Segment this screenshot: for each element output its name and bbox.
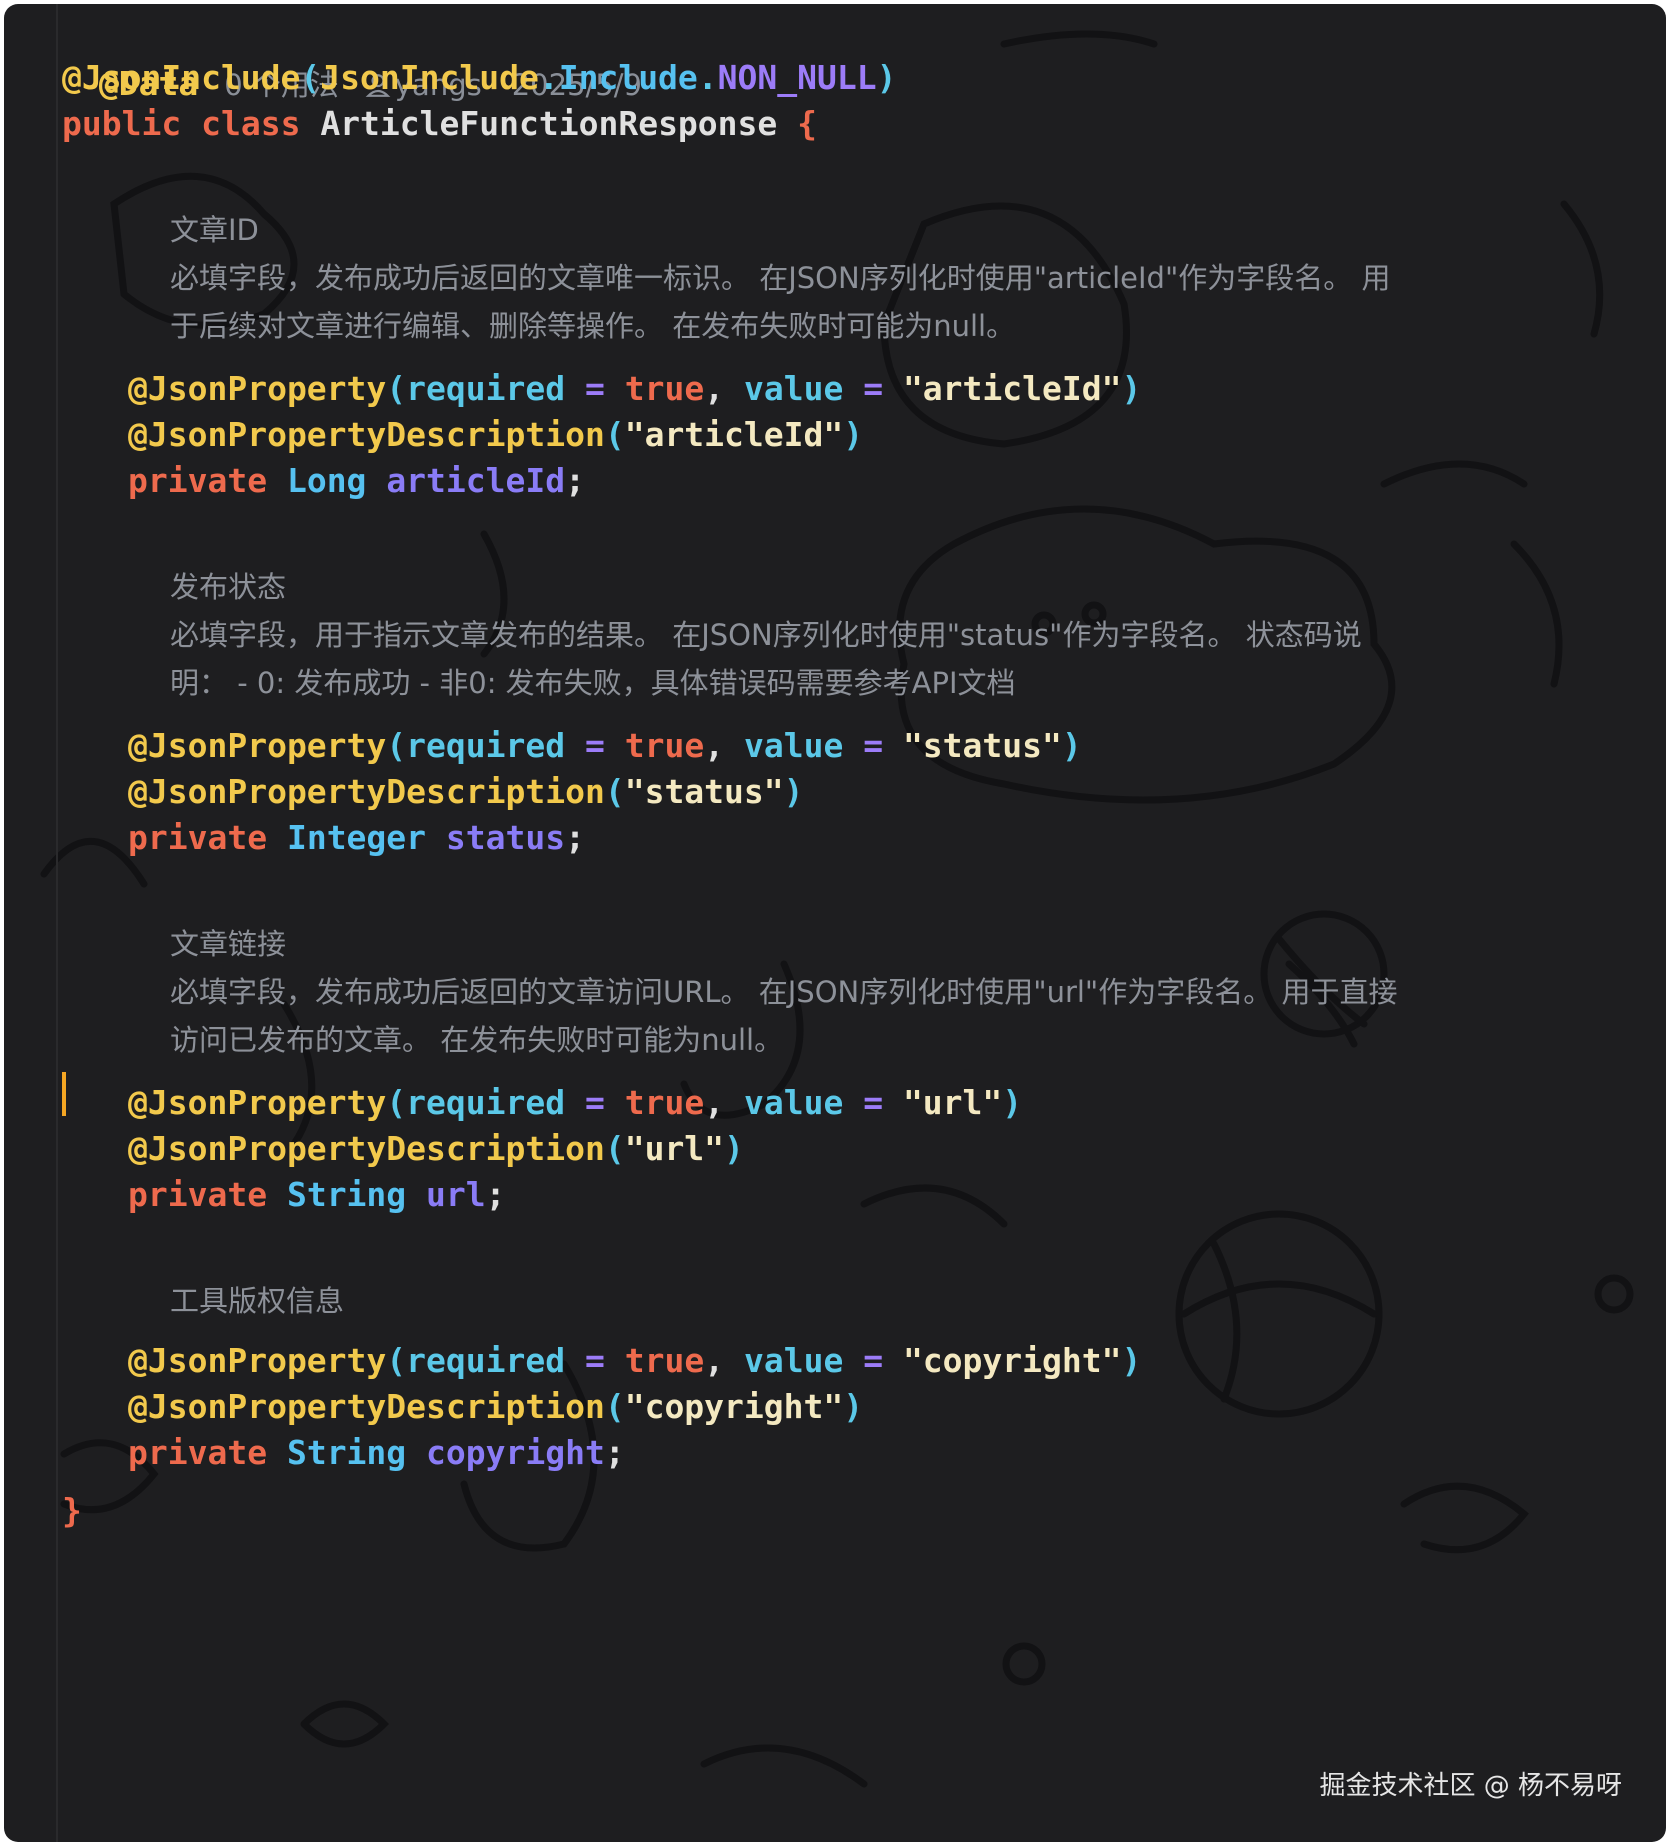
json-property-line: @JsonProperty(required = true, value = "… [128, 726, 1082, 765]
json-property-line: @JsonProperty(required = true, value = "… [128, 369, 1142, 408]
gutter-divider [56, 4, 58, 1842]
field-declaration: private String url; [128, 1175, 506, 1214]
watermark: 掘金技术社区 @ 杨不易呀 [1319, 1771, 1622, 1801]
json-property-line: @JsonProperty(required = true, value = "… [128, 1083, 1023, 1122]
doc-body: 必填字段，发布成功后返回的文章唯一标识。 在JSON序列化时使用"article… [170, 261, 1391, 343]
doc-body: 必填字段，发布成功后返回的文章访问URL。 在JSON序列化时使用"url"作为… [170, 975, 1398, 1057]
doc-comment: 发布状态 必填字段，用于指示文章发布的结果。 在JSON序列化时使用"statu… [170, 563, 1400, 707]
json-property-description-line: @JsonPropertyDescription("articleId") [128, 415, 864, 454]
doc-title: 文章链接 [170, 927, 287, 961]
text-caret [62, 1072, 66, 1116]
field-declaration: private Long articleId; [128, 461, 585, 500]
json-property-line: @JsonProperty(required = true, value = "… [128, 1341, 1142, 1380]
json-property-description-line: @JsonPropertyDescription("status") [128, 772, 804, 811]
field-declaration: private Integer status; [128, 818, 585, 857]
class-name[interactable]: ArticleFunctionResponse [320, 104, 777, 143]
json-property-description-line: @JsonPropertyDescription("copyright") [128, 1387, 864, 1426]
code-editor[interactable]: @Data 0 个用法 yangs 2025/5/9 @JsonInclude(Jso… [4, 4, 1666, 1842]
json-property-description-line: @JsonPropertyDescription("url") [128, 1129, 744, 1168]
field-declaration: private String copyright; [128, 1433, 625, 1472]
class-closing-brace: } [62, 1491, 82, 1530]
json-include-annotation: @JsonInclude(JsonInclude.Include.NON_NUL… [62, 58, 897, 97]
field-name[interactable]: articleId [386, 461, 565, 500]
doc-comment: 文章链接 必填字段，发布成功后返回的文章访问URL。 在JSON序列化时使用"u… [170, 920, 1400, 1064]
doc-body: 必填字段，用于指示文章发布的结果。 在JSON序列化时使用"status"作为字… [170, 618, 1362, 700]
field-name[interactable]: status [446, 818, 565, 857]
field-name[interactable]: url [426, 1175, 486, 1214]
doc-title: 工具版权信息 [170, 1284, 345, 1318]
doc-comment: 工具版权信息 [170, 1277, 344, 1325]
doc-title: 文章ID [170, 213, 259, 247]
field-name[interactable]: copyright [426, 1433, 605, 1472]
doc-comment: 文章ID 必填字段，发布成功后返回的文章唯一标识。 在JSON序列化时使用"ar… [170, 206, 1400, 350]
class-declaration: public class ArticleFunctionResponse { [62, 104, 818, 143]
doc-title: 发布状态 [170, 570, 287, 604]
